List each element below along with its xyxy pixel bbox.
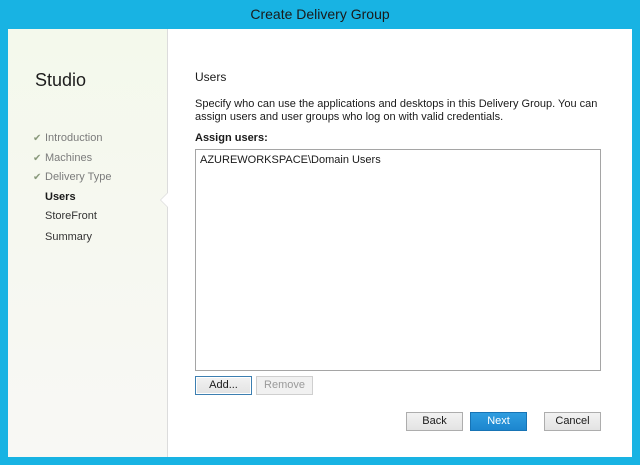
dialog-window: Create Delivery Group Studio ✔ Introduct… <box>0 0 640 465</box>
list-item[interactable]: AZUREWORKSPACE\Domain Users <box>200 154 381 166</box>
assigned-users-list[interactable]: AZUREWORKSPACE\Domain Users <box>195 149 601 371</box>
wizard-content: Users Specify who can use the applicatio… <box>168 29 632 457</box>
step-label: Delivery Type <box>45 171 112 183</box>
step-label: StoreFront <box>45 210 97 222</box>
add-users-button[interactable]: Add... <box>195 376 252 395</box>
checkmark-icon: ✔ <box>33 171 42 183</box>
step-label: Summary <box>45 231 93 243</box>
checkmark-icon: ✔ <box>33 152 42 164</box>
wizard-sidebar: Studio ✔ Introduction ✔ Machines ✔ Deliv… <box>8 29 168 457</box>
dialog-body: Studio ✔ Introduction ✔ Machines ✔ Deliv… <box>8 29 632 457</box>
next-button[interactable]: Next <box>470 412 527 431</box>
page-description: Specify who can use the applications and… <box>195 98 598 123</box>
window-title: Create Delivery Group <box>250 6 390 22</box>
remove-users-button: Remove <box>256 376 313 395</box>
step-label: Machines <box>45 152 93 164</box>
step-storefront: StoreFront <box>33 208 97 224</box>
step-summary: Summary <box>33 229 92 245</box>
title-bar: Create Delivery Group <box>0 0 640 28</box>
step-users[interactable]: Users <box>33 189 76 205</box>
step-delivery-type[interactable]: ✔ Delivery Type <box>33 169 111 185</box>
step-label: Introduction <box>45 132 103 144</box>
sidebar-heading: Studio <box>35 70 87 90</box>
back-button[interactable]: Back <box>406 412 463 431</box>
step-introduction[interactable]: ✔ Introduction <box>33 130 102 146</box>
checkmark-icon: ✔ <box>33 132 42 144</box>
current-step-pointer <box>161 193 168 207</box>
cancel-button[interactable]: Cancel <box>544 412 601 431</box>
step-label: Users <box>45 191 76 203</box>
step-machines[interactable]: ✔ Machines <box>33 150 92 166</box>
page-title: Users <box>195 70 227 84</box>
assign-users-label: Assign users: <box>195 132 268 144</box>
